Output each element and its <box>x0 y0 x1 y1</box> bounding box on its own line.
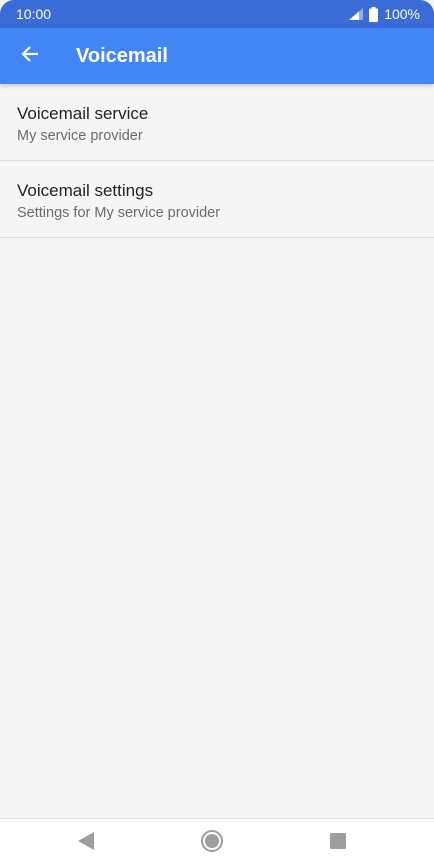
page-title: Voicemail <box>76 44 168 67</box>
arrow-back-icon <box>20 44 40 69</box>
status-bar: 10:00 100% <box>0 0 434 28</box>
signal-icon <box>349 8 364 20</box>
app-bar: Voicemail <box>0 28 434 84</box>
nav-home-button[interactable] <box>182 819 242 867</box>
nav-back-icon <box>78 831 94 855</box>
settings-list: Voicemail service My service provider Vo… <box>0 84 434 238</box>
status-time: 10:00 <box>16 6 52 22</box>
item-subtitle: Settings for My service provider <box>17 205 221 221</box>
phone-screen: 10:00 100% Voicemail Voicemail service M… <box>0 0 434 868</box>
back-button[interactable] <box>0 28 60 84</box>
item-title: Voicemail settings <box>17 181 154 200</box>
list-item-voicemail-settings[interactable]: Voicemail settings Settings for My servi… <box>0 161 434 238</box>
nav-recents-icon <box>330 832 346 854</box>
nav-home-icon <box>200 829 224 858</box>
status-icons: 100% <box>349 6 420 22</box>
nav-back-button[interactable] <box>56 819 116 867</box>
list-item-voicemail-service[interactable]: Voicemail service My service provider <box>0 84 434 161</box>
item-subtitle: My service provider <box>17 128 143 144</box>
item-title: Voicemail service <box>17 104 149 123</box>
battery-icon <box>369 6 379 22</box>
nav-recents-button[interactable] <box>308 819 368 867</box>
navigation-bar <box>0 818 434 868</box>
battery-percentage: 100% <box>384 6 420 22</box>
